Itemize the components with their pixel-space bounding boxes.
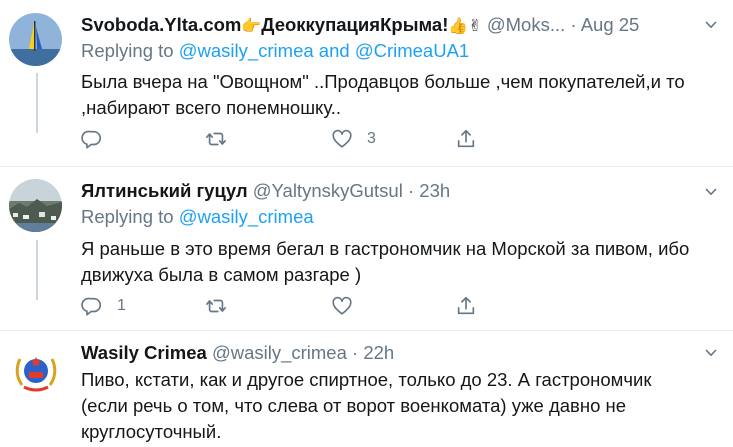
share-button[interactable] [455, 127, 477, 151]
share-icon [457, 129, 475, 148]
reply-icon [81, 130, 102, 149]
retweet-button[interactable] [205, 127, 241, 151]
like-icon [332, 129, 352, 148]
thread-line [36, 240, 38, 300]
share-icon [457, 296, 475, 315]
tweet-header: Ялтинський гуцул @YaltynskyGutsul · 23h [81, 179, 703, 203]
reply-count: 1 [117, 297, 126, 314]
separator-dot: · [352, 342, 359, 363]
reply-button[interactable] [81, 127, 117, 151]
tweet-header: Svoboda.Ylta.com👉ДеоккупацияКрыма!👍✌ @Mo… [81, 13, 703, 39]
display-name[interactable]: Wasily Crimea [81, 342, 207, 363]
mention-link[interactable]: @CrimeaUA1 [355, 40, 469, 61]
mention-link[interactable]: @wasily_crimea [179, 206, 314, 227]
separator-dot: · [407, 180, 415, 201]
replying-to: Replying to @wasily_crimea [81, 205, 314, 229]
tweet-text: Я раньше в это время бегал в гастрономчи… [81, 238, 690, 285]
separator-dot: · [570, 14, 577, 35]
replying-to-label: Replying to [81, 40, 174, 61]
pointing-hand-emoji: 👉 [241, 18, 262, 35]
chevron-down-icon[interactable] [705, 186, 717, 198]
mention-link[interactable]: @wasily_crimea [179, 40, 314, 61]
display-name[interactable]: Svoboda.Ylta.com [81, 14, 241, 35]
retweet-icon [206, 132, 226, 146]
thumbs-up-victory-emoji: 👍✌ [448, 18, 482, 35]
tweet-text: Была вчера на "Овощном" ..Продавцов боль… [81, 71, 685, 118]
avatar[interactable] [10, 345, 62, 397]
like-count: 3 [367, 130, 376, 147]
tweet-header: Wasily Crimea @wasily_crimea · 22h [81, 341, 703, 365]
avatar[interactable] [9, 13, 62, 66]
avatar[interactable] [9, 179, 62, 232]
like-icon [332, 296, 352, 315]
username[interactable]: @wasily_crimea [212, 342, 347, 363]
reply-button[interactable]: 1 [81, 294, 126, 318]
username[interactable]: @Moks... [487, 14, 565, 35]
chevron-down-icon[interactable] [705, 19, 717, 31]
replying-to: Replying to @wasily_crimea and @CrimeaUA… [81, 39, 469, 63]
display-name[interactable]: Ялтинський гуцул [81, 180, 248, 201]
reply-icon [81, 297, 102, 316]
thread-line [36, 73, 38, 133]
tweet[interactable]: Ялтинський гуцул @YaltynskyGutsul · 23h … [0, 167, 733, 331]
tweet-text: Пиво, кстати, как и другое спиртное, тол… [81, 369, 652, 442]
like-button[interactable] [331, 294, 367, 318]
timestamp[interactable]: 23h [419, 180, 450, 201]
retweet-button[interactable] [205, 294, 241, 318]
like-button[interactable]: 3 [331, 127, 376, 151]
retweet-icon [206, 299, 226, 313]
replying-to-label: Replying to [81, 206, 174, 227]
share-button[interactable] [455, 294, 477, 318]
replying-and: and [318, 40, 350, 61]
timestamp[interactable]: Aug 25 [581, 14, 640, 35]
username[interactable]: @YaltynskyGutsul [253, 180, 403, 201]
tweet[interactable]: Wasily Crimea @wasily_crimea · 22h Пиво,… [0, 331, 733, 447]
tweet[interactable]: Svoboda.Ylta.com👉ДеоккупацияКрыма!👍✌ @Mo… [0, 0, 733, 167]
display-name-suffix[interactable]: ДеоккупацияКрыма! [261, 14, 448, 35]
chevron-down-icon[interactable] [705, 347, 717, 359]
timestamp[interactable]: 22h [363, 342, 394, 363]
